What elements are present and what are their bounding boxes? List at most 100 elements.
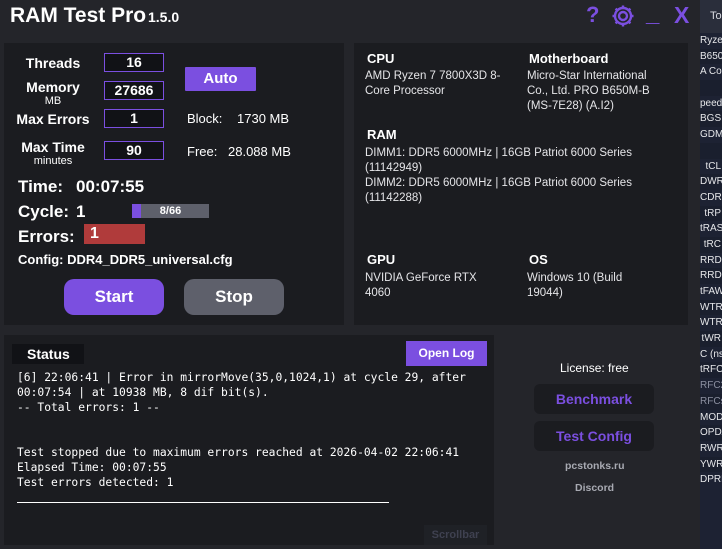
max-errors-input[interactable]: 1 (104, 109, 164, 128)
ram-value: DIMM1: DDR5 6000MHz | 16GB Patriot 6000 … (365, 146, 632, 206)
stop-button[interactable]: Stop (184, 279, 284, 315)
os-label: OS (529, 252, 548, 267)
cpu-line: AMD Ryzen 7 7800X3D 8- (365, 70, 501, 82)
max-errors-label: Max Errors (16, 111, 90, 127)
app-title: RAM Test Pro (10, 4, 147, 27)
open-log-button[interactable]: Open Log (406, 341, 487, 366)
errors-label: Errors: (18, 227, 75, 246)
os-line: 19044) (527, 287, 563, 299)
memory-unit: MB (44, 95, 62, 107)
time-label: Time: (18, 177, 64, 196)
time-value: 00:07:55 (76, 177, 145, 196)
max-time-unit: minutes (33, 155, 73, 167)
app-version: 1.5.0 (148, 9, 180, 25)
cycle-progress-bar: 8/66 (132, 204, 209, 218)
close-button[interactable]: X (674, 2, 689, 29)
background-window-line: B650 (700, 48, 722, 65)
title-bar: RAM Test Pro 1.5.0 ? _ X (0, 0, 700, 33)
background-window-line: tFAW (700, 286, 722, 297)
background-window-line: BGS (700, 111, 722, 128)
settings-gear-icon[interactable] (610, 3, 636, 29)
ram-line: (11142949) (365, 162, 423, 174)
os-line: Windows 10 (Build (527, 272, 623, 284)
ram-label: RAM (367, 127, 397, 142)
background-window-line: CDRD (700, 191, 722, 203)
start-button[interactable]: Start (64, 279, 164, 315)
gpu-label: GPU (367, 252, 396, 267)
motherboard-line: (MS-7E28) (A.I2) (527, 100, 614, 112)
status-log: [6] 22:06:41 | Error in mirrorMove(35,0,… (17, 371, 466, 489)
block-label: Block: (187, 111, 223, 126)
status-panel: Status Open Log [6] 22:06:41 | Error in … (4, 335, 494, 545)
errors-indicator: 1 (84, 224, 145, 244)
cpu-line: Core Processor (365, 85, 445, 97)
background-window-line: tRC (700, 236, 722, 253)
test-settings-panel: Threads 16 Memory MB 27686 Auto Max Erro… (4, 43, 344, 325)
ram-line: DIMM1: DDR5 6000MHz | 16GB Patriot 6000 … (365, 147, 632, 159)
background-window-line: tRP (700, 205, 722, 222)
status-title: Status (12, 344, 84, 364)
cpu-value: AMD Ryzen 7 7800X3D 8- Core Processor (365, 69, 501, 99)
motherboard-value: Micro-Star International Co., Ltd. PRO B… (527, 69, 650, 114)
background-window-line: MOD (700, 411, 722, 423)
benchmark-button[interactable]: Benchmark (534, 384, 654, 414)
scrollbar[interactable]: Scrollbar (424, 525, 487, 545)
background-window: To RyzeB650A CopeedBGSGDMtCLDWRCDRDtRPtR… (700, 0, 722, 549)
cycle-label: Cycle: (18, 202, 70, 221)
max-time-label: Max Time (21, 139, 85, 155)
background-window-line: C (ns) (700, 348, 722, 360)
threads-label: Threads (25, 55, 81, 71)
motherboard-line: Micro-Star International (527, 70, 647, 82)
config-text: Config: DDR4_DDR5_universal.cfg (18, 252, 233, 267)
background-window-line: tCL (705, 160, 721, 172)
free-value: 28.088 MB (228, 144, 291, 159)
ram-line: (11142288) (365, 192, 423, 204)
auto-button[interactable]: Auto (185, 67, 256, 91)
background-window-line: A Co (700, 66, 722, 78)
background-window-line: RWR (700, 442, 722, 454)
threads-input[interactable]: 16 (104, 53, 164, 72)
background-window-line: OPDA (700, 425, 722, 441)
background-window-line (700, 80, 722, 96)
gpu-line: 4060 (365, 287, 391, 299)
help-button[interactable]: ? (586, 2, 599, 28)
background-window-line: tRFC (700, 362, 722, 379)
background-window-line: RFCsb (700, 393, 722, 410)
ram-line: DIMM2: DDR5 6000MHz | 16GB Patriot 6000 … (365, 177, 632, 189)
license-text: License: free (560, 361, 629, 375)
log-divider (17, 502, 389, 503)
background-window-line: tWR (700, 331, 722, 347)
memory-input[interactable]: 27686 (104, 81, 164, 100)
background-window-line: WTRS (700, 299, 722, 316)
free-label: Free: (187, 144, 218, 159)
background-window-line: YWRL (700, 456, 722, 473)
test-config-button[interactable]: Test Config (534, 421, 654, 451)
background-window-line: RFC2 (700, 380, 722, 392)
memory-label: Memory (26, 79, 80, 95)
site-link[interactable]: pcstonks.ru (565, 460, 625, 472)
background-window-line: WTRL (700, 317, 722, 329)
cpu-label: CPU (367, 51, 395, 66)
background-window-line (700, 142, 722, 159)
background-window-line: Ryze (700, 35, 722, 46)
background-window-line: RRDS (700, 254, 722, 266)
cycle-progress-text: 8/66 (159, 205, 182, 217)
background-window-line: RRDL (700, 268, 722, 284)
cycle-value: 1 (76, 202, 86, 221)
system-info-panel: CPU AMD Ryzen 7 7800X3D 8- Core Processo… (354, 43, 688, 325)
errors-value: 1 (90, 225, 99, 242)
minimize-button[interactable]: _ (646, 0, 659, 28)
block-value: 1730 MB (237, 111, 290, 126)
background-window-line: DWR (700, 174, 722, 190)
gpu-line: NVIDIA GeForce RTX (365, 272, 477, 284)
motherboard-label: Motherboard (529, 51, 609, 66)
background-window-line: GDM (700, 129, 722, 141)
background-window-line: tRAS (700, 223, 722, 235)
background-window-line: DPREE (700, 474, 722, 486)
background-window-tab: To (700, 0, 722, 33)
discord-link[interactable]: Discord (575, 482, 614, 494)
max-time-input[interactable]: 90 (104, 141, 164, 160)
gpu-value: NVIDIA GeForce RTX 4060 (365, 271, 477, 301)
background-window-lines: RyzeB650A CopeedBGSGDMtCLDWRCDRDtRPtRASt… (700, 33, 722, 488)
background-window-line: peed (700, 97, 722, 109)
